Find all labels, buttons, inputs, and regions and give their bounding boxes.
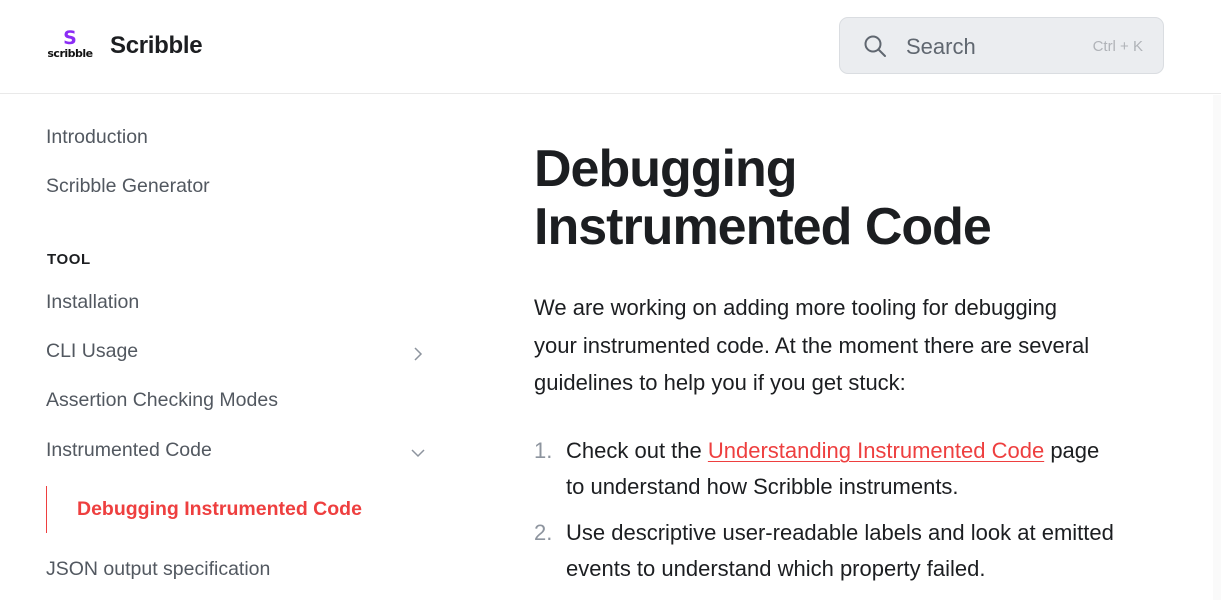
scribble-logo[interactable]: S scribble <box>46 28 94 64</box>
chevron-down-icon[interactable] <box>410 445 426 461</box>
list-item-text: Use descriptive user-readable labels and… <box>566 520 1114 581</box>
sidebar-item-label: Assertion Checking Modes <box>46 389 278 411</box>
search-shortcut: Ctrl + K <box>1092 38 1143 55</box>
page-scrollbar[interactable] <box>1213 95 1221 600</box>
active-indicator <box>46 486 47 533</box>
sidebar-item-debugging-instrumented-code[interactable]: Debugging Instrumented Code <box>77 498 362 521</box>
sidebar-item-label: Introduction <box>46 126 148 148</box>
sidebar-item-label: Scribble Generator <box>46 175 210 197</box>
search-button[interactable]: Search Ctrl + K <box>839 17 1164 74</box>
sidebar: Introduction Scribble Generator TOOL Ins… <box>0 95 470 600</box>
list-item-text: Check out the <box>566 438 708 463</box>
search-placeholder: Search <box>906 34 976 59</box>
guidelines-list: 1. Check out the Understanding Instrumen… <box>534 433 1114 597</box>
sidebar-item-instrumented-code[interactable]: Instrumented Code <box>46 439 436 469</box>
sidebar-item-assertion-checking-modes[interactable]: Assertion Checking Modes <box>46 389 436 419</box>
sidebar-item-installation[interactable]: Installation <box>46 291 436 321</box>
top-navbar: S scribble Scribble Search Ctrl + K <box>0 0 1221 94</box>
page-title-line-2: Instrumented Code <box>534 198 992 256</box>
logo-wordmark: scribble <box>47 47 93 60</box>
chevron-right-icon[interactable] <box>410 346 426 362</box>
sidebar-section-title: TOOL <box>47 251 91 268</box>
page-title: Debugging Instrumented Code <box>534 140 1094 256</box>
list-item-number: 2. <box>534 520 553 545</box>
sidebar-item-label: CLI Usage <box>46 340 139 362</box>
intro-paragraph: We are working on adding more tooling fo… <box>534 295 1090 395</box>
sidebar-item-label: JSON output specification <box>46 558 271 580</box>
sidebar-item-introduction[interactable]: Introduction <box>46 126 436 156</box>
list-item-number: 1. <box>534 438 553 463</box>
logo-mark: S <box>63 27 77 49</box>
sidebar-item-cli-usage[interactable]: CLI Usage <box>46 340 436 370</box>
sidebar-item-scribble-generator[interactable]: Scribble Generator <box>46 175 436 205</box>
page-title-line-1: Debugging <box>534 140 798 198</box>
sidebar-item-label: Installation <box>46 291 140 313</box>
understanding-instrumented-code-link[interactable]: Understanding Instrumented Code <box>708 438 1044 463</box>
search-icon <box>864 35 886 57</box>
list-item: 1. Check out the Understanding Instrumen… <box>534 433 1114 504</box>
brand-title[interactable]: Scribble <box>110 32 203 60</box>
sidebar-item-label: Instrumented Code <box>46 439 212 461</box>
list-item: 2. Use descriptive user-readable labels … <box>534 515 1114 586</box>
sidebar-item-json-output-specification[interactable]: JSON output specification <box>46 558 436 588</box>
